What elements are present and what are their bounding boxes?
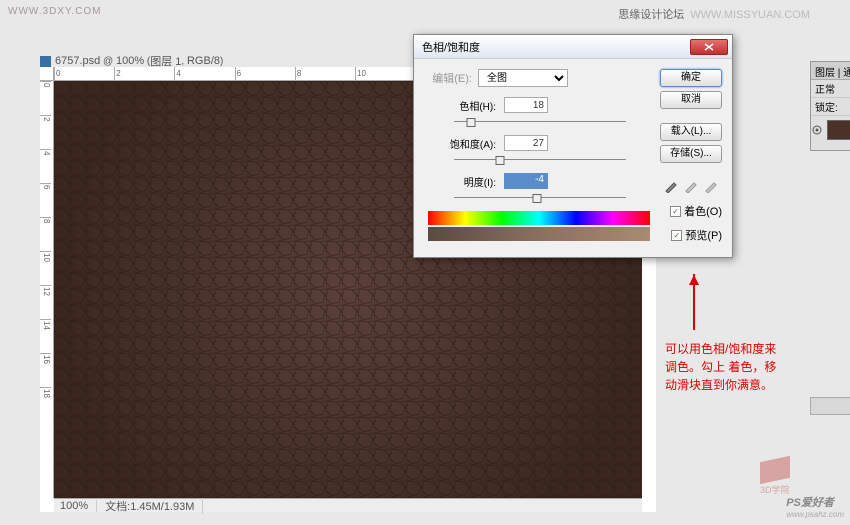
ok-button[interactable]: 确定 bbox=[660, 69, 722, 87]
status-docinfo[interactable]: 文档:1.45M/1.93M bbox=[105, 498, 203, 514]
hue-label: 色相(H): bbox=[424, 98, 496, 113]
watermark-url: WWW.3DXY.COM bbox=[8, 6, 101, 17]
hue-input[interactable] bbox=[504, 97, 548, 113]
ruler-corner bbox=[40, 67, 54, 81]
lightness-slider[interactable] bbox=[454, 191, 626, 205]
saturation-slider[interactable] bbox=[454, 153, 626, 167]
ps-file-icon bbox=[40, 56, 51, 67]
forum-watermark: 思缘设计论坛WWW.MISSYUAN.COM bbox=[618, 6, 810, 22]
blend-mode-row[interactable]: 正常 bbox=[811, 80, 850, 98]
spectrum-bar bbox=[428, 211, 650, 225]
lightness-label: 明度(I): bbox=[424, 174, 496, 189]
status-bar: 100% 文档:1.45M/1.93M bbox=[54, 498, 642, 512]
close-icon bbox=[704, 43, 714, 51]
fx-bar[interactable]: fx. bbox=[810, 397, 850, 415]
saturation-input[interactable] bbox=[504, 135, 548, 151]
result-bar bbox=[428, 227, 650, 241]
dialog-titlebar[interactable]: 色相/饱和度 bbox=[414, 35, 732, 59]
3d-logo: 3D学院 bbox=[760, 459, 818, 489]
lightness-input[interactable]: -4 bbox=[504, 173, 548, 189]
hue-slider[interactable] bbox=[454, 115, 626, 129]
save-button[interactable]: 存储(S)... bbox=[660, 145, 722, 163]
layers-tab[interactable]: 图层 | 通 bbox=[811, 62, 850, 80]
layers-panel[interactable]: 图层 | 通 正常 锁定: bbox=[810, 61, 850, 151]
eyedropper-minus-icon[interactable] bbox=[704, 179, 718, 193]
load-button[interactable]: 载入(L)... bbox=[660, 123, 722, 141]
close-button[interactable] bbox=[690, 39, 728, 55]
edit-select[interactable]: 全图 bbox=[478, 69, 568, 87]
visibility-icon[interactable] bbox=[811, 124, 823, 136]
vertical-ruler[interactable]: 024681012141618 bbox=[40, 81, 54, 498]
annotation-text: 可以用色相/饱和度来调色。勾上 着色，移动滑块直到你满意。 bbox=[665, 340, 777, 394]
status-zoom[interactable]: 100% bbox=[60, 500, 97, 512]
dialog-title: 色相/饱和度 bbox=[422, 39, 690, 55]
ps-watermark: PS爱好者 www.psahz.com bbox=[786, 493, 844, 519]
hue-saturation-dialog: 色相/饱和度 编辑(E): 全图 色相(H): 饱和度(A): 明度(I): -… bbox=[413, 34, 733, 258]
saturation-label: 饱和度(A): bbox=[424, 136, 496, 151]
edit-label: 编辑(E): bbox=[424, 70, 472, 86]
layer-thumbnail[interactable] bbox=[827, 120, 850, 140]
lock-row[interactable]: 锁定: bbox=[811, 98, 850, 116]
eyedropper-plus-icon[interactable] bbox=[684, 179, 698, 193]
preview-checkbox[interactable]: ✓预览(P) bbox=[671, 227, 722, 243]
cancel-button[interactable]: 取消 bbox=[660, 91, 722, 109]
eyedropper-icon[interactable] bbox=[664, 179, 678, 193]
annotation-arrow bbox=[693, 274, 695, 330]
colorize-checkbox[interactable]: ✓着色(O) bbox=[670, 203, 722, 219]
